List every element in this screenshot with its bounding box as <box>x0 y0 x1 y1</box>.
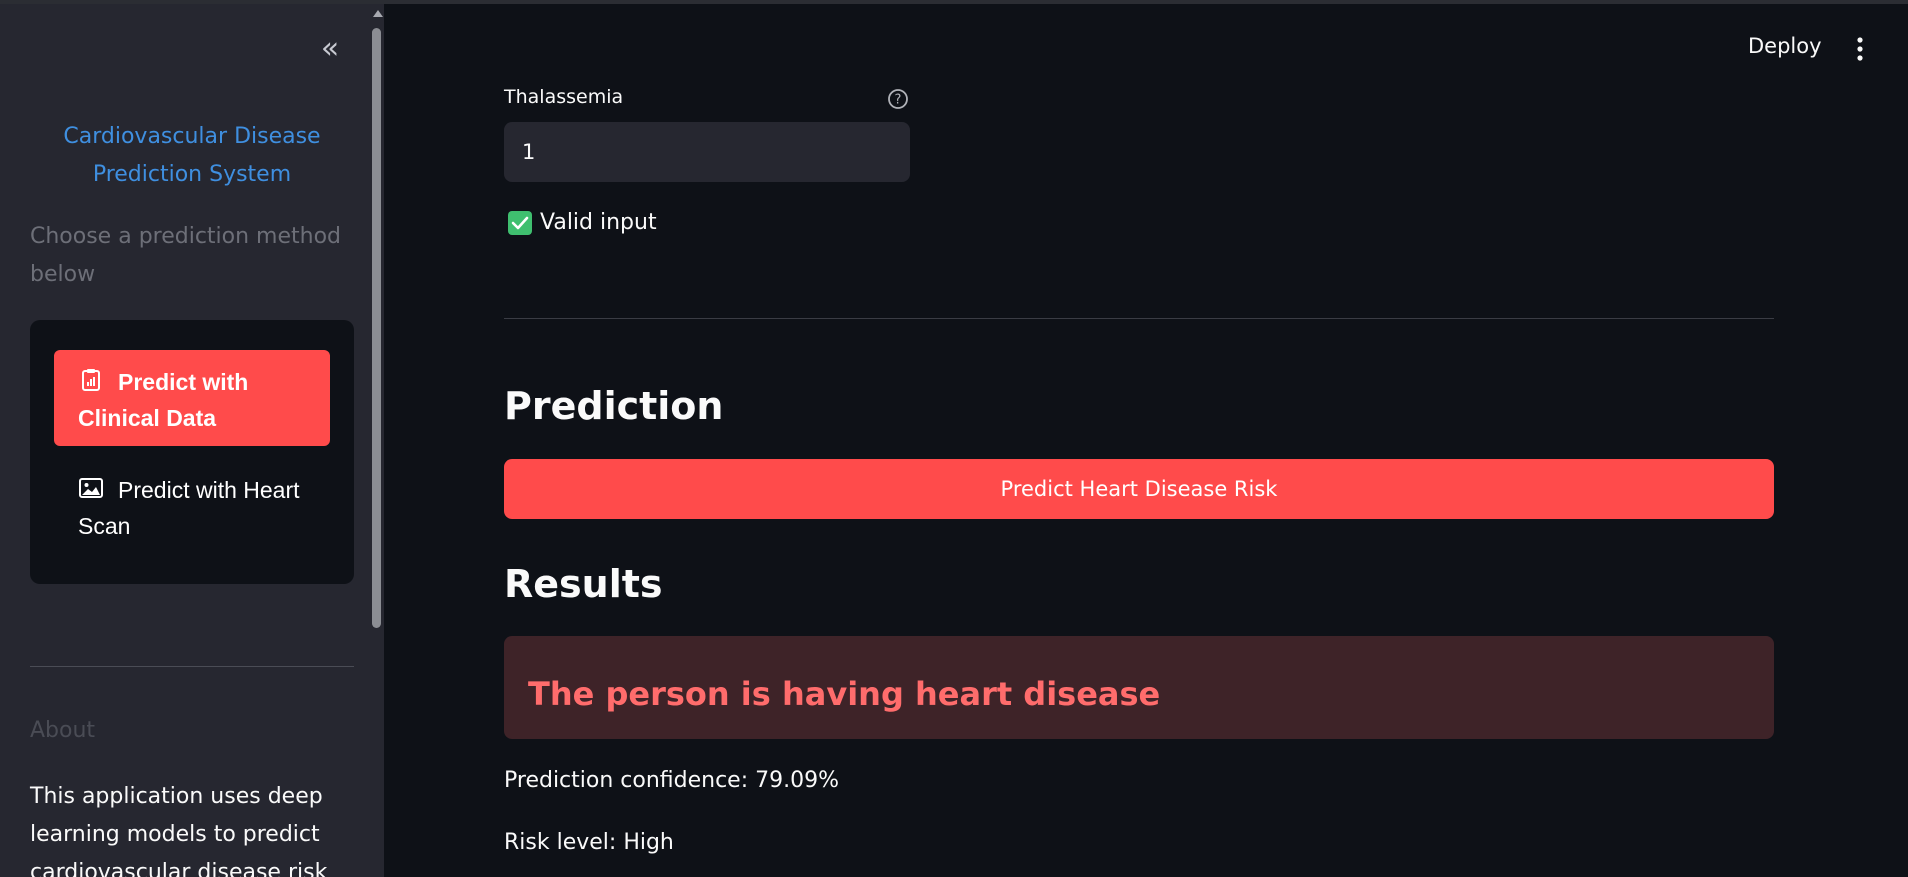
sidebar-subtitle: Choose a prediction method below <box>30 224 342 287</box>
svg-text:?: ? <box>895 93 902 108</box>
thalassemia-label: Thalassemia <box>504 86 624 108</box>
prediction-method-menu: Predict with Clinical Data Predict with … <box>30 320 354 584</box>
result-alert: The person is having heart disease <box>504 636 1774 739</box>
section-divider <box>504 318 1774 319</box>
about-text: This application uses deep learning mode… <box>30 784 328 877</box>
risk-level-text: Risk level: High <box>504 830 674 855</box>
menu-item-clinical-data[interactable]: Predict with Clinical Data <box>54 350 330 446</box>
confidence-text: Prediction confidence: 79.09% <box>504 768 840 793</box>
check-mark-icon <box>508 210 532 235</box>
help-icon[interactable]: ? <box>887 88 909 110</box>
window-top-border <box>0 0 1908 4</box>
main-content: Thalassemia ? 1 Valid input Prediction P… <box>504 0 1774 877</box>
validation-message: Valid input <box>508 210 657 244</box>
menu-item-heart-scan[interactable]: Predict with Heart Scan <box>54 458 330 554</box>
about-heading: About <box>30 718 96 743</box>
prediction-heading: Prediction <box>504 384 724 428</box>
results-heading: Results <box>504 562 663 606</box>
menu-item-label: Predict with Heart Scan <box>78 477 300 539</box>
clipboard-chart-icon <box>82 369 100 391</box>
sidebar-scrollbar[interactable] <box>370 8 384 877</box>
sidebar-title: Cardiovascular Disease Prediction System <box>63 124 321 187</box>
kebab-menu-icon[interactable] <box>1850 36 1870 62</box>
sidebar-divider <box>30 666 354 667</box>
sidebar: « Cardiovascular Disease Prediction Syst… <box>0 0 384 877</box>
image-icon <box>79 478 103 498</box>
validation-text: Valid input <box>540 210 657 235</box>
collapse-sidebar-icon[interactable]: « <box>312 34 348 64</box>
scroll-up-arrow-icon[interactable] <box>373 10 383 17</box>
thalassemia-input[interactable]: 1 <box>504 122 910 182</box>
scrollbar-thumb[interactable] <box>372 28 381 628</box>
predict-risk-button[interactable]: Predict Heart Disease Risk <box>504 459 1774 519</box>
